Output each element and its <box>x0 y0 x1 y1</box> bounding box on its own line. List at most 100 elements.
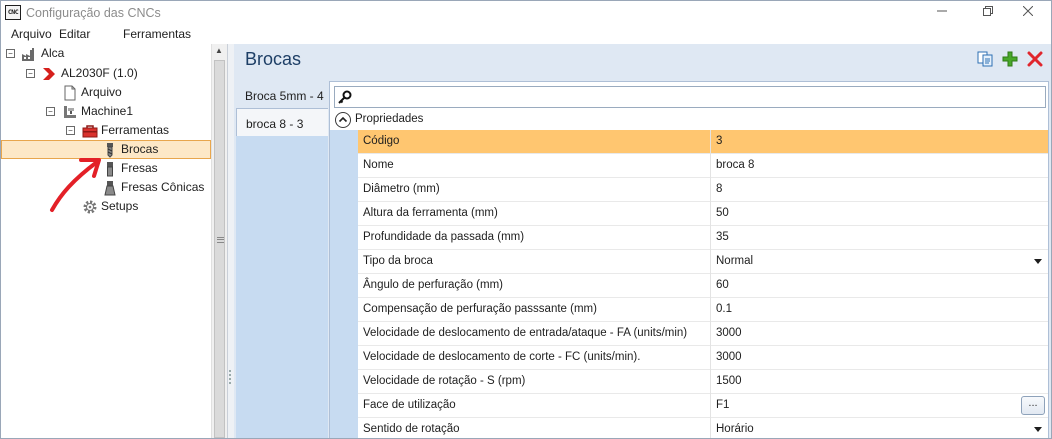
column-divider <box>710 130 711 154</box>
property-row-profundidade[interactable]: Profundidade da passada (mm) 35 <box>358 226 1048 250</box>
document-icon <box>64 85 76 101</box>
property-value[interactable]: 0.1 <box>716 298 732 321</box>
page-title: Brocas <box>245 49 302 69</box>
app-logo-text: CNC <box>7 8 19 16</box>
column-divider <box>710 250 711 274</box>
property-row-face-utilizacao[interactable]: Face de utilização F1 ... <box>358 394 1048 418</box>
minimize-icon <box>937 10 947 12</box>
tree-node-fresas-conicas[interactable]: Fresas Cônicas <box>1 178 211 197</box>
property-name: Face de utilização <box>363 399 456 411</box>
tree-scrollbar[interactable]: ▲ <box>211 44 227 438</box>
property-row-angulo[interactable]: Ângulo de perfuração (mm) 60 <box>358 274 1048 298</box>
column-divider <box>710 322 711 346</box>
category-collapse-toggle[interactable] <box>335 112 351 128</box>
drill-bit-icon <box>107 143 113 158</box>
tree-node-label: Ferramentas <box>101 123 170 137</box>
tree-node-label: AL2030F (1.0) <box>61 66 138 80</box>
tab-broca-5mm[interactable]: Broca 5mm - 4 <box>236 81 328 111</box>
property-row-nome[interactable]: Nome broca 8 <box>358 154 1048 178</box>
scroll-thumb[interactable] <box>214 60 225 438</box>
property-name: Tipo da broca <box>363 255 433 267</box>
scroll-up-arrow-icon[interactable]: ▲ <box>215 46 223 55</box>
ellipsis-button[interactable]: ... <box>1021 396 1045 415</box>
column-divider <box>710 370 711 394</box>
property-value[interactable]: 3000 <box>716 322 742 345</box>
column-divider <box>710 394 711 418</box>
tree-node-ferramentas[interactable]: − Ferramentas <box>1 121 211 140</box>
column-divider <box>710 418 711 438</box>
close-icon <box>1022 5 1034 17</box>
property-value[interactable]: broca 8 <box>716 154 754 177</box>
minimize-button[interactable] <box>919 1 965 25</box>
delete-x-icon[interactable] <box>1027 51 1043 67</box>
property-row-diametro[interactable]: Diâmetro (mm) 8 <box>358 178 1048 202</box>
conical-mill-icon <box>104 181 116 196</box>
tree-node-label: Machine1 <box>81 104 134 118</box>
property-row-altura[interactable]: Altura da ferramenta (mm) 50 <box>358 202 1048 226</box>
property-value[interactable]: 1500 <box>716 370 742 393</box>
plus-icon[interactable] <box>1002 51 1018 67</box>
property-search-field[interactable] <box>334 86 1046 108</box>
property-name: Sentido de rotação <box>363 423 460 435</box>
dropdown-arrow-icon[interactable] <box>1034 427 1042 432</box>
column-divider <box>710 226 711 250</box>
app-window: CNC Configuração das CNCs Arquivo Editar… <box>0 0 1052 439</box>
tree-node-label: Brocas <box>121 142 159 156</box>
menu-arquivo[interactable]: Arquivo <box>11 27 52 41</box>
property-value[interactable]: 50 <box>716 202 729 225</box>
property-value[interactable]: 8 <box>716 178 722 201</box>
content-panel: Brocas Broca 5mm - 4 broca 8 - 3 Proprie… <box>234 44 1051 438</box>
property-value[interactable]: 35 <box>716 226 729 249</box>
property-value[interactable]: 60 <box>716 274 729 297</box>
category-label: Propriedades <box>355 113 424 125</box>
red-arrow-annotation-icon <box>50 158 101 212</box>
property-row-velocidade-entrada[interactable]: Velocidade de deslocamento de entrada/at… <box>358 322 1048 346</box>
collapse-toggle[interactable]: − <box>46 107 55 116</box>
tree-node-setups[interactable]: Setups <box>1 197 211 216</box>
property-name: Código <box>363 135 400 147</box>
collapse-toggle[interactable]: − <box>26 69 35 78</box>
column-divider <box>710 202 711 226</box>
tree-node-al2030f[interactable]: − AL2030F (1.0) <box>1 64 211 83</box>
tree-node-label: Fresas <box>121 161 158 175</box>
tree-node-machine1[interactable]: − Machine1 <box>1 102 211 121</box>
property-value[interactable]: F1 <box>716 394 729 417</box>
tree-node-arquivo[interactable]: Arquivo <box>1 83 211 102</box>
collapse-toggle[interactable]: − <box>66 126 75 135</box>
tree-node-fresas[interactable]: Fresas <box>1 159 211 178</box>
property-value[interactable]: 3 <box>716 130 722 153</box>
tree-node-label: Arquivo <box>81 85 122 99</box>
collapse-toggle[interactable]: − <box>6 49 15 58</box>
title-bar: CNC Configuração das CNCs <box>1 1 1051 25</box>
property-value[interactable]: Horário <box>716 418 754 438</box>
chevron-up-icon <box>338 116 348 123</box>
property-name: Velocidade de rotação - S (rpm) <box>363 375 526 387</box>
menu-ferramentas[interactable]: Ferramentas <box>123 27 191 41</box>
property-name: Altura da ferramenta (mm) <box>363 207 498 219</box>
toolbox-icon <box>82 125 98 138</box>
splitter-grip-icon <box>229 370 232 384</box>
search-key-icon <box>338 90 352 104</box>
property-row-sentido-rotacao[interactable]: Sentido de rotação Horário <box>358 418 1048 438</box>
grip-icon <box>217 237 224 243</box>
end-mill-icon <box>107 162 113 177</box>
close-button[interactable] <box>1005 1 1051 25</box>
property-row-tipo-broca[interactable]: Tipo da broca Normal <box>358 250 1048 274</box>
grid-gutter <box>330 130 358 438</box>
dropdown-arrow-icon[interactable] <box>1034 259 1042 264</box>
tree-node-alca[interactable]: − Alca <box>1 44 211 63</box>
tree-node-label: Alca <box>41 46 65 60</box>
property-value[interactable]: Normal <box>716 250 753 273</box>
property-row-compensacao[interactable]: Compensação de perfuração passsante (mm)… <box>358 298 1048 322</box>
property-row-velocidade-rotacao[interactable]: Velocidade de rotação - S (rpm) 1500 <box>358 370 1048 394</box>
tree-node-brocas[interactable]: Brocas <box>1 140 211 159</box>
window-title: Configuração das CNCs <box>26 6 161 20</box>
restore-icon <box>983 6 993 16</box>
property-row-velocidade-corte[interactable]: Velocidade de deslocamento de corte - FC… <box>358 346 1048 370</box>
property-value[interactable]: 3000 <box>716 346 742 369</box>
menu-editar[interactable]: Editar <box>59 27 90 41</box>
tab-broca-8[interactable]: broca 8 - 3 <box>236 108 328 138</box>
copy-icon[interactable] <box>977 51 993 67</box>
category-row[interactable]: Propriedades <box>330 110 1048 130</box>
property-row-codigo[interactable]: Código 3 <box>358 130 1048 154</box>
